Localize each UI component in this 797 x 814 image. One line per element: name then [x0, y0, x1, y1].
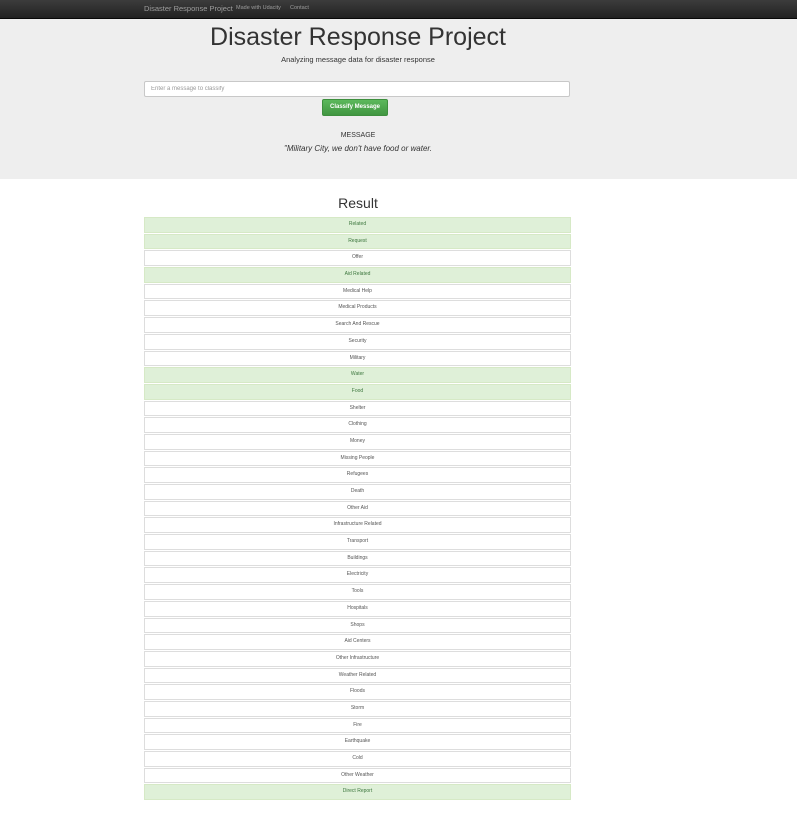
result-list: Related Request Offer Aid Related Medical He…	[144, 217, 571, 801]
result-item: Buildings	[144, 550, 571, 567]
result-item: Transport	[144, 534, 571, 550]
result-item: Storm	[144, 700, 571, 717]
message-label: MESSAGE	[340, 132, 376, 139]
result-item: Tools	[144, 584, 571, 600]
nav-link-made-with-udacity[interactable]: Made with Udacity	[236, 5, 281, 11]
result-item: Other Weather	[144, 767, 571, 784]
result-item: Fire	[144, 717, 571, 734]
result-item: Request	[144, 233, 571, 250]
result-item: Related	[144, 217, 571, 233]
result-item: Cold	[144, 751, 571, 767]
nav-link-contact[interactable]: Contact	[290, 5, 309, 11]
result-item: Food	[144, 383, 571, 400]
result-item: Shops	[144, 617, 571, 634]
result-item: Other Aid	[144, 500, 571, 517]
result-item: Refugees	[144, 467, 571, 483]
result-item: Clothing	[144, 417, 571, 433]
result-title: Result	[338, 195, 378, 211]
result-item: Other Infrastructure	[144, 650, 571, 667]
result-item: Water	[144, 367, 571, 383]
header-jumbotron: Disaster Response Project Analyzing mess…	[0, 19, 797, 179]
result-item: Medical Help	[144, 283, 571, 300]
result-item: Money	[144, 433, 571, 450]
result-item: Medical Products	[144, 300, 571, 317]
classify-message-button[interactable]: Classify Message	[322, 99, 388, 116]
result-item: Offer	[144, 250, 571, 267]
result-item: Direct Report	[144, 784, 571, 801]
result-item: Weather Related	[144, 667, 571, 684]
result-item: Search And Rescue	[144, 317, 571, 333]
message-text: "Military City, we don't have food or wa…	[284, 144, 432, 153]
result-item: Death	[144, 484, 571, 500]
result-item: Security	[144, 333, 571, 350]
result-item: Shelter	[144, 400, 571, 417]
result-item: Earthquake	[144, 734, 571, 750]
navbar: Disaster Response Project Made with Udac…	[0, 0, 797, 19]
navbar-brand[interactable]: Disaster Response Project	[144, 4, 233, 13]
page-subtitle: Analyzing message data for disaster resp…	[281, 55, 435, 64]
result-item: Aid Related	[144, 267, 571, 283]
message-input[interactable]	[144, 81, 570, 97]
result-item: Missing People	[144, 450, 571, 467]
result-item: Electricity	[144, 567, 571, 584]
page-title: Disaster Response Project	[210, 23, 506, 51]
result-item: Floods	[144, 684, 571, 700]
result-item: Hospitals	[144, 600, 571, 617]
result-item: Infrastructure Related	[144, 517, 571, 534]
result-item: Aid Centers	[144, 634, 571, 650]
result-item: Military	[144, 350, 571, 367]
